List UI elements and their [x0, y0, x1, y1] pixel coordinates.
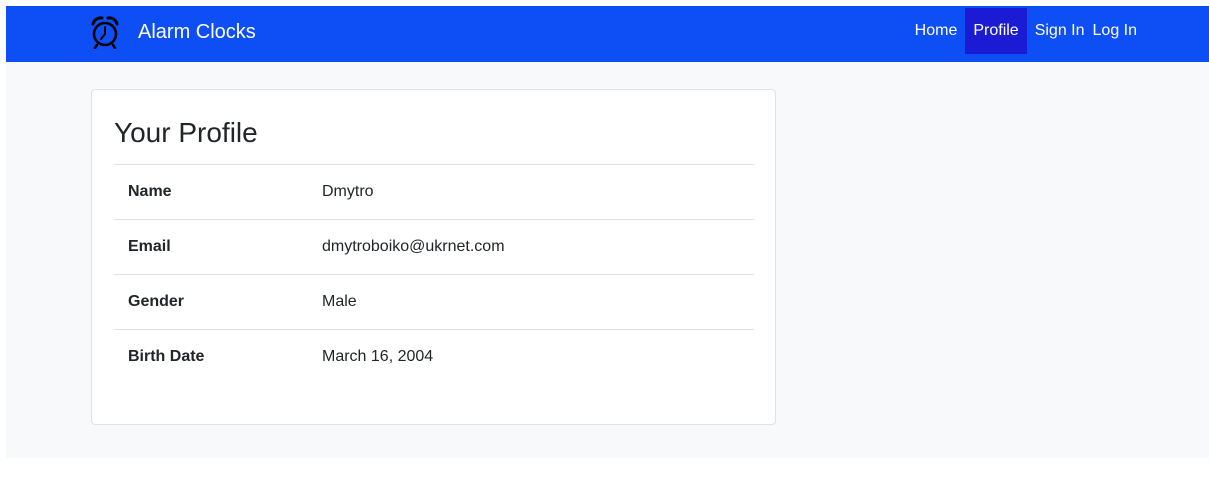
- nav-sign-in-link[interactable]: Sign In: [1031, 8, 1089, 54]
- row-label: Name: [128, 183, 172, 200]
- row-value: dmytroboiko@ukrnet.com: [322, 238, 505, 255]
- profile-card: Your Profile Name Dmytro Email dmytroboi…: [91, 89, 776, 425]
- alarm-clock-icon: [90, 15, 120, 49]
- navbar: Alarm Clocks Home Profile Sign In Log In: [6, 6, 1209, 62]
- nav-log-in-link[interactable]: Log In: [1089, 8, 1141, 54]
- row-label: Gender: [128, 293, 185, 310]
- table-row-birth-date: Birth Date March 16, 2004: [114, 329, 754, 385]
- table-row-name: Name Dmytro: [114, 164, 754, 220]
- brand-link[interactable]: Alarm Clocks: [90, 12, 256, 52]
- row-label: Email: [128, 238, 171, 255]
- table-row-email: Email dmytroboiko@ukrnet.com: [114, 219, 754, 275]
- profile-table: Name Dmytro Email dmytroboiko@ukrnet.com…: [114, 164, 754, 385]
- row-value: March 16, 2004: [322, 348, 434, 366]
- nav-home-link[interactable]: Home: [911, 8, 962, 54]
- row-value: Male: [322, 293, 357, 310]
- row-label: Birth Date: [128, 348, 205, 366]
- brand-title: Alarm Clocks: [138, 21, 256, 43]
- page: Alarm Clocks Home Profile Sign In Log In…: [6, 6, 1209, 458]
- nav-profile-link[interactable]: Profile: [965, 8, 1027, 54]
- page-title: Your Profile: [114, 117, 258, 148]
- row-value: Dmytro: [322, 183, 374, 200]
- nav-menu: Home Profile Sign In Log In: [911, 8, 1141, 54]
- table-row-gender: Gender Male: [114, 274, 754, 330]
